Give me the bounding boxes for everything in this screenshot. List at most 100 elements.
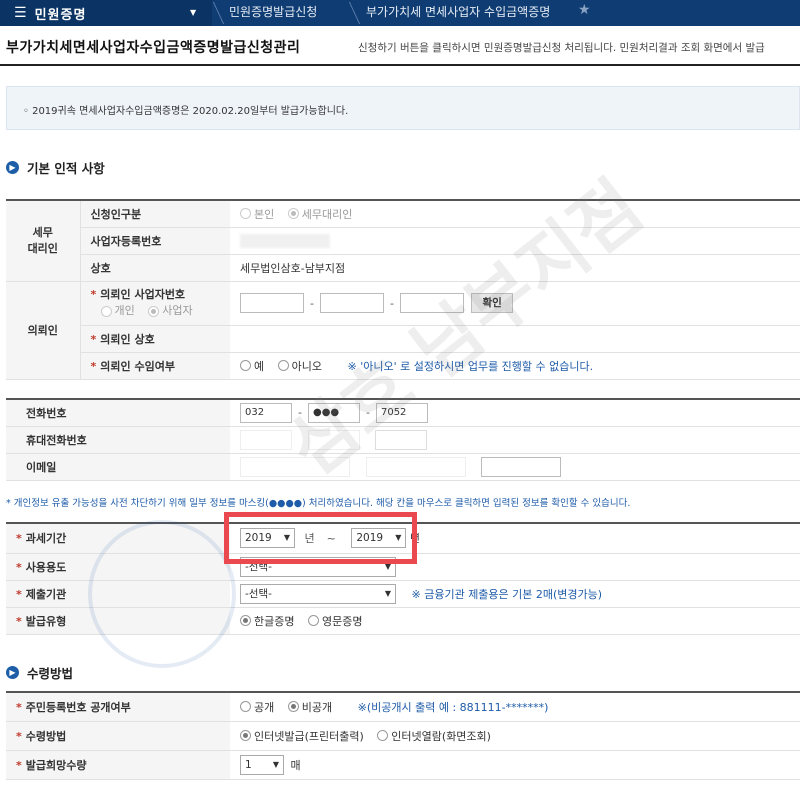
breadcrumb-item-2[interactable]: 부가가치세 면세사업자 수입금액증명 — [366, 0, 550, 26]
contact-table: 전화번호 032- ●●● -7052 휴대전화번호 이메일 — [6, 398, 800, 481]
label-biz-number: 사업자등록번호 — [80, 227, 230, 255]
table-row: 세무 대리인 신청인구분 본인 세무대리인 — [6, 200, 800, 282]
phone-field: 032- ●●● -7052 — [230, 399, 800, 427]
email-domain-input[interactable] — [365, 456, 466, 477]
privacy-note: * 개인정보 유출 가능성을 사전 차단하기 위해 일부 정보를 마스킹(●●●… — [6, 498, 631, 509]
email-domain-select[interactable] — [481, 456, 561, 477]
section-arrow-icon: ▶ — [6, 161, 19, 174]
label-quantity: * 발급희망수량 — [6, 750, 230, 780]
page-header: 부가가치세면세사업자수입금액증명발급신청관리 신청하기 버튼을 클릭하시면 민원… — [6, 37, 800, 57]
label-client-consent: * 의뢰인 수임여부 — [80, 352, 230, 380]
client-biz-number-input-2[interactable] — [319, 293, 384, 313]
table-row: * 제출기관 -선택- ▼ ※ 금융기관 제출용은 기본 2매(변경가능) — [6, 580, 800, 608]
table-row: 사업자등록번호 — [6, 227, 800, 255]
label-client-name: * 의뢰인 상호 — [80, 325, 230, 353]
mobile-input-2[interactable] — [307, 429, 360, 450]
table-row: 전화번호 032- ●●● -7052 — [6, 399, 800, 427]
consent-hint: ※ '아니오' 로 설정하시면 업무를 진행할 수 없습니다. — [347, 359, 594, 373]
client-biz-number-input-3[interactable] — [399, 293, 464, 313]
mobile-input-1[interactable] — [240, 429, 292, 450]
required-mark: * — [90, 288, 97, 301]
client-biz-number-field: -- 확인 — [230, 281, 800, 326]
from-year-select[interactable]: 2019 ▼ — [240, 528, 295, 549]
receipt-method-field: 인터넷발급(프린터출력) 인터넷열람(화면조회) — [230, 721, 800, 751]
label-submit-org: * 제출기관 — [6, 580, 230, 608]
client-biz-number-input-1[interactable] — [240, 293, 304, 313]
radio-consent-yes[interactable] — [240, 360, 251, 371]
notice-box: ◦ 2019귀속 면세사업자수입금액증명은 2020.02.20일부터 발급가능… — [6, 86, 800, 130]
notice-text: ◦ 2019귀속 면세사업자수입금액증명은 2020.02.20일부터 발급가능… — [23, 106, 349, 117]
submit-org-field: -선택- ▼ ※ 금융기관 제출용은 기본 2매(변경가능) — [230, 580, 800, 608]
quantity-field: 1 ▼ 매 — [230, 750, 800, 780]
issue-type-field: 한글증명 영문증명 — [230, 607, 800, 635]
receipt-table: * 주민등록번호 공개여부 공개 비공개 ※(비공개시 출력 예 : 881111… — [6, 691, 800, 780]
client-consent-field: 예 아니오 ※ '아니오' 로 설정하시면 업무를 진행할 수 없습니다. — [230, 352, 800, 380]
radio-tax-agent[interactable] — [287, 208, 299, 220]
label-usage: * 사용용도 — [6, 553, 230, 581]
label-company: 상호 — [80, 254, 230, 282]
radio-internet-view[interactable] — [377, 730, 389, 741]
table-row: * 주민등록번호 공개여부 공개 비공개 ※(비공개시 출력 예 : 881111… — [6, 692, 800, 722]
masked-value — [240, 233, 330, 248]
hamburger-icon: ☰ — [14, 5, 27, 21]
label-receipt-method: * 수령방법 — [6, 721, 230, 751]
radio-korean-cert[interactable] — [240, 615, 251, 626]
radio-self[interactable] — [240, 208, 251, 220]
issue-info-table: * 과세기간 2019 ▼ 년 ~ 2019 ▼ 년 * 사용용도 -선택- ▼ * 제출기관… — [6, 522, 800, 635]
page-description: 신청하기 버튼을 클릭하시면 민원증명발급신청 처리됩니다. 민원처리결과 조회… — [358, 42, 765, 54]
label-applicant-type: 신청인구분 — [80, 200, 230, 228]
breadcrumb-item-1[interactable]: 민원증명발급신청 — [229, 0, 317, 26]
label-issue-type: * 발급유형 — [6, 607, 230, 635]
radio-internet-print[interactable] — [240, 730, 251, 741]
usage-select[interactable]: -선택- ▼ — [240, 556, 396, 577]
mobile-input-3[interactable] — [375, 429, 427, 450]
table-row: 휴대전화번호 — [6, 426, 800, 454]
favorite-star-icon[interactable]: ★ — [578, 2, 591, 18]
dropdown-arrow-icon: ▼ — [384, 561, 391, 571]
breadcrumb-separator — [334, 2, 361, 24]
client-name-value — [230, 325, 800, 353]
radio-english-cert[interactable] — [307, 615, 319, 626]
table-row: * 의뢰인 상호 — [6, 325, 800, 353]
radio-consent-no[interactable] — [277, 360, 289, 371]
menu-toggle-button[interactable]: ☰ 민원증명 ▼ — [0, 0, 212, 26]
section-title-text: 기본 인적 사항 — [27, 161, 105, 176]
usage-field: -선택- ▼ — [230, 553, 800, 581]
radio-client-business[interactable] — [148, 305, 160, 317]
label-tax-period: * 과세기간 — [6, 523, 230, 554]
table-row: * 과세기간 2019 ▼ 년 ~ 2019 ▼ 년 — [6, 523, 800, 554]
table-row: * 발급유형 한글증명 영문증명 — [6, 607, 800, 635]
table-row: 이메일 — [6, 453, 800, 481]
group-label-agent: 세무 대리인 — [6, 200, 81, 282]
table-row: * 사용용도 -선택- ▼ — [6, 553, 800, 581]
table-row: * 발급희망수량 1 ▼ 매 — [6, 750, 800, 780]
header-divider — [0, 64, 800, 66]
radio-rrn-private[interactable] — [287, 701, 299, 713]
radio-rrn-public[interactable] — [240, 701, 251, 713]
company-value: 세무법인삼호-남부지점 — [230, 254, 800, 282]
dropdown-arrow-icon: ▼ — [384, 588, 391, 598]
table-row: 상호 세무법인삼호-남부지점 — [6, 254, 800, 282]
rrn-disclosure-field: 공개 비공개 ※(비공개시 출력 예 : 881111-*******) — [230, 692, 800, 722]
table-row: 의뢰인 * 의뢰인 사업자번호 개인 사업자 -- 확인 — [6, 281, 800, 380]
table-row: * 의뢰인 수임여부 예 아니오 ※ '아니오' 로 설정하시면 업무를 진행할 … — [6, 352, 800, 380]
phone-input-1[interactable]: 032 — [240, 402, 292, 423]
to-year-select[interactable]: 2019 ▼ — [351, 528, 407, 549]
phone-input-3[interactable]: 7052 — [375, 402, 428, 423]
section-arrow-icon: ▶ — [6, 666, 19, 679]
table-row: * 수령방법 인터넷발급(프린터출력) 인터넷열람(화면조회) — [6, 721, 800, 751]
radio-client-individual[interactable] — [100, 305, 112, 317]
basic-info-table: 세무 대리인 신청인구분 본인 세무대리인 사업자등록번호 상호 세무법인삼호-… — [6, 199, 800, 380]
rrn-hint: ※(비공개시 출력 예 : 881111-*******) — [357, 700, 549, 714]
applicant-type-field: 본인 세무대리인 — [230, 200, 800, 228]
phone-input-2[interactable]: ●●● — [307, 402, 360, 423]
tax-period-field: 2019 ▼ 년 ~ 2019 ▼ 년 — [230, 523, 800, 554]
section-title-text: 수령방법 — [27, 666, 74, 681]
confirm-button[interactable]: 확인 — [471, 293, 513, 313]
email-field — [230, 453, 800, 481]
email-id-input[interactable] — [240, 456, 350, 477]
quantity-select[interactable]: 1 ▼ — [240, 754, 284, 775]
submit-org-select[interactable]: -선택- ▼ — [240, 583, 396, 604]
page-title: 부가가치세면세사업자수입금액증명발급신청관리 — [6, 40, 301, 56]
label-client-biz-number: * 의뢰인 사업자번호 개인 사업자 — [80, 281, 230, 326]
